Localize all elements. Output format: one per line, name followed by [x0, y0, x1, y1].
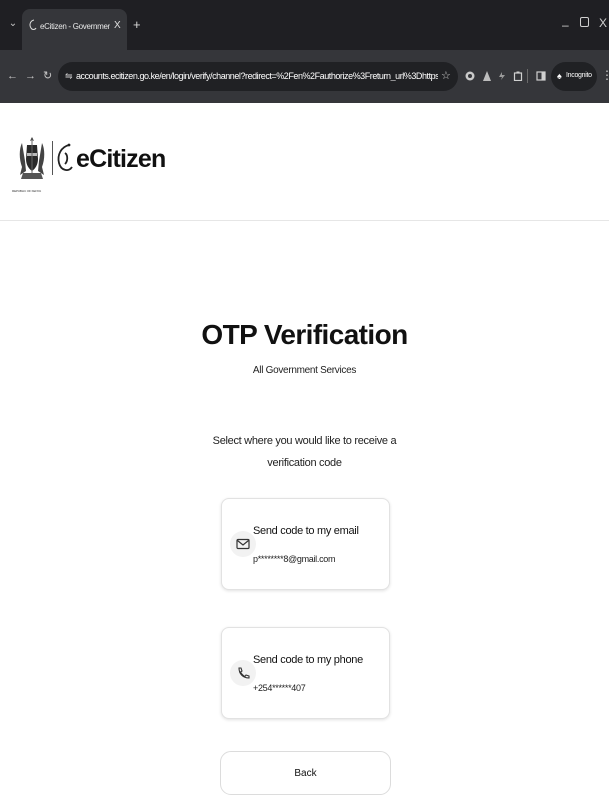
- ecitizen-wordmark: eCitizen: [76, 145, 166, 173]
- site-info-icon[interactable]: ⇋: [65, 71, 73, 82]
- incognito-label: Incognito: [566, 72, 592, 79]
- send-to-email-option[interactable]: Send code to my email p********8@gmail.c…: [221, 498, 390, 590]
- window-close-icon[interactable]: X: [599, 16, 607, 30]
- back-button[interactable]: Back: [220, 751, 391, 795]
- browser-tab-bar: ⌄ eCitizen - Government of Kenya X + – X: [0, 0, 609, 50]
- coat-of-arms-caption: REPUBLIC OF KENYA: [12, 189, 42, 193]
- ecitizen-logo-icon: [57, 143, 73, 171]
- ecitizen-favicon-icon: [29, 19, 37, 30]
- minimize-icon[interactable]: –: [562, 18, 569, 32]
- extensions-puzzle-icon[interactable]: [513, 71, 523, 81]
- forward-arrow-icon[interactable]: →: [25, 70, 36, 82]
- bookmark-star-icon[interactable]: ☆: [441, 69, 451, 82]
- new-tab-button[interactable]: +: [133, 18, 141, 32]
- logo-divider: [52, 141, 53, 175]
- tab-search-icon[interactable]: ⌄: [6, 17, 20, 31]
- email-option-label: Send code to my email: [253, 525, 359, 537]
- page-title: OTP Verification: [201, 319, 408, 350]
- side-panel-icon[interactable]: [536, 71, 546, 81]
- page-subtitle: All Government Services: [252, 365, 357, 376]
- send-to-phone-option[interactable]: Send code to my phone +254******407: [221, 627, 390, 719]
- instruction-text: Select where you would like to receive a…: [0, 430, 609, 474]
- browser-tab[interactable]: eCitizen - Government of Kenya X: [22, 9, 127, 50]
- phone-option-label: Send code to my phone: [253, 654, 363, 666]
- incognito-indicator[interactable]: ♠ Incognito: [551, 62, 597, 91]
- extension-icon[interactable]: [482, 71, 492, 81]
- address-bar[interactable]: ⇋ accounts.ecitizen.go.ke/en/login/verif…: [58, 62, 458, 91]
- site-header: REPUBLIC OF KENYA eCitizen: [0, 103, 609, 221]
- phone-icon: [238, 667, 250, 679]
- mail-icon: [236, 538, 250, 550]
- tab-close-icon[interactable]: X: [114, 20, 121, 31]
- browser-menu-icon[interactable]: ⋮: [601, 69, 609, 81]
- instruction-line: Select where you would like to receive a: [212, 435, 397, 447]
- masked-email: p********8@gmail.com: [253, 554, 336, 564]
- kenya-coat-of-arms-icon: [19, 137, 45, 179]
- instruction-line: verification code: [267, 457, 342, 469]
- back-arrow-icon[interactable]: ←: [7, 70, 18, 82]
- restore-icon[interactable]: [580, 17, 589, 27]
- masked-phone: +254******407: [253, 683, 306, 693]
- reload-icon[interactable]: ↻: [43, 70, 52, 82]
- extension-icon[interactable]: [465, 71, 475, 81]
- url-text[interactable]: accounts.ecitizen.go.ke/en/login/verify/…: [76, 71, 438, 81]
- toolbar-separator: [527, 69, 528, 83]
- incognito-icon: ♠: [557, 71, 562, 81]
- extension-icon[interactable]: [497, 71, 507, 81]
- tab-title: eCitizen - Government of Kenya: [40, 22, 110, 31]
